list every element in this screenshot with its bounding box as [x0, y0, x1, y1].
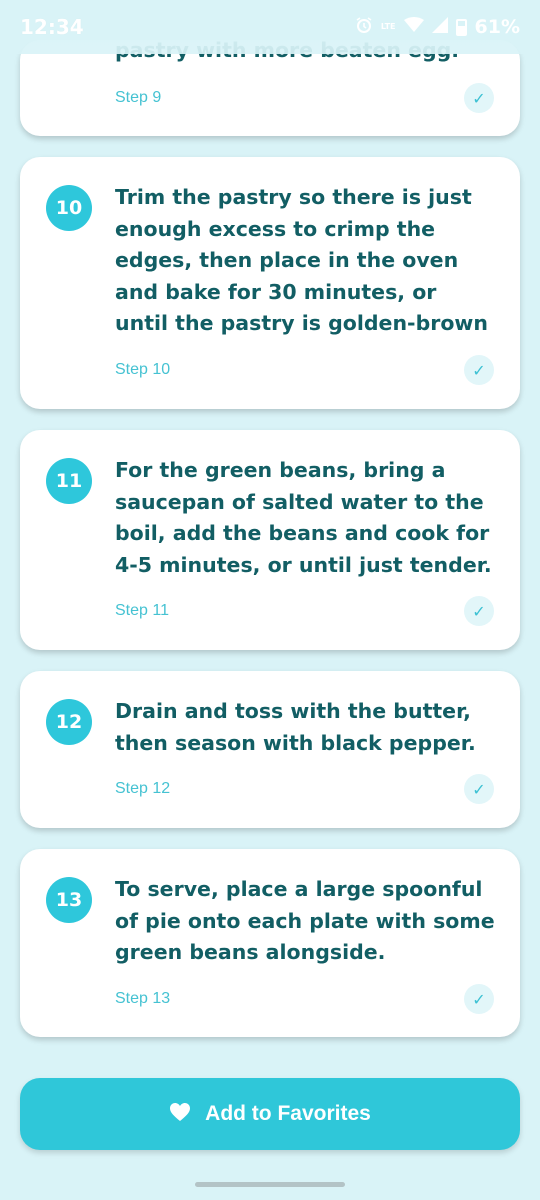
step-text: Trim the pastry so there is just enough … [115, 185, 488, 335]
status-time: 12:34 [20, 15, 84, 39]
step-text: For the green beans, bring a saucepan of… [115, 458, 492, 577]
check-icon[interactable]: ✓ [464, 984, 494, 1014]
step-number-badge: 11 [46, 458, 92, 504]
step-card-10: 10 Trim the pastry so there is just enou… [20, 157, 520, 409]
step-card-11: 11 For the green beans, bring a saucepan… [20, 430, 520, 650]
network-type-icon: LTE [380, 22, 396, 31]
check-icon[interactable]: ✓ [464, 774, 494, 804]
step-label: Step 11 [115, 602, 169, 619]
add-to-favorites-button[interactable]: Add to Favorites [20, 1078, 520, 1150]
check-icon[interactable]: ✓ [464, 83, 494, 113]
step-number-badge: 10 [46, 185, 92, 231]
heart-icon [169, 1102, 191, 1126]
step-card-9: pastry with more beaten egg. Step 9 ✓ [20, 40, 520, 136]
status-icons: LTE 61% [355, 16, 520, 38]
step-number-badge: 13 [46, 877, 92, 923]
step-text: To serve, place a large spoonful of pie … [115, 877, 495, 964]
step-label: Step 13 [115, 990, 171, 1007]
battery-icon [455, 18, 467, 36]
signal-icon [431, 17, 448, 37]
step-label: Step 12 [115, 780, 171, 797]
wifi-icon [403, 17, 424, 37]
status-bar: 12:34 LTE 61% [0, 0, 540, 54]
step-card-13: 13 To serve, place a large spoonful of p… [20, 849, 520, 1037]
step-text: Drain and toss with the butter, then sea… [115, 699, 476, 755]
alarm-icon [355, 16, 373, 38]
check-icon[interactable]: ✓ [464, 355, 494, 385]
step-label: Step 9 [115, 89, 162, 106]
step-number-badge: 12 [46, 699, 92, 745]
battery-level: 61% [474, 16, 520, 38]
step-label: Step 10 [115, 361, 171, 378]
home-indicator[interactable] [195, 1182, 345, 1187]
check-icon[interactable]: ✓ [464, 596, 494, 626]
favorites-label: Add to Favorites [205, 1102, 371, 1125]
step-card-12: 12 Drain and toss with the butter, then … [20, 671, 520, 828]
